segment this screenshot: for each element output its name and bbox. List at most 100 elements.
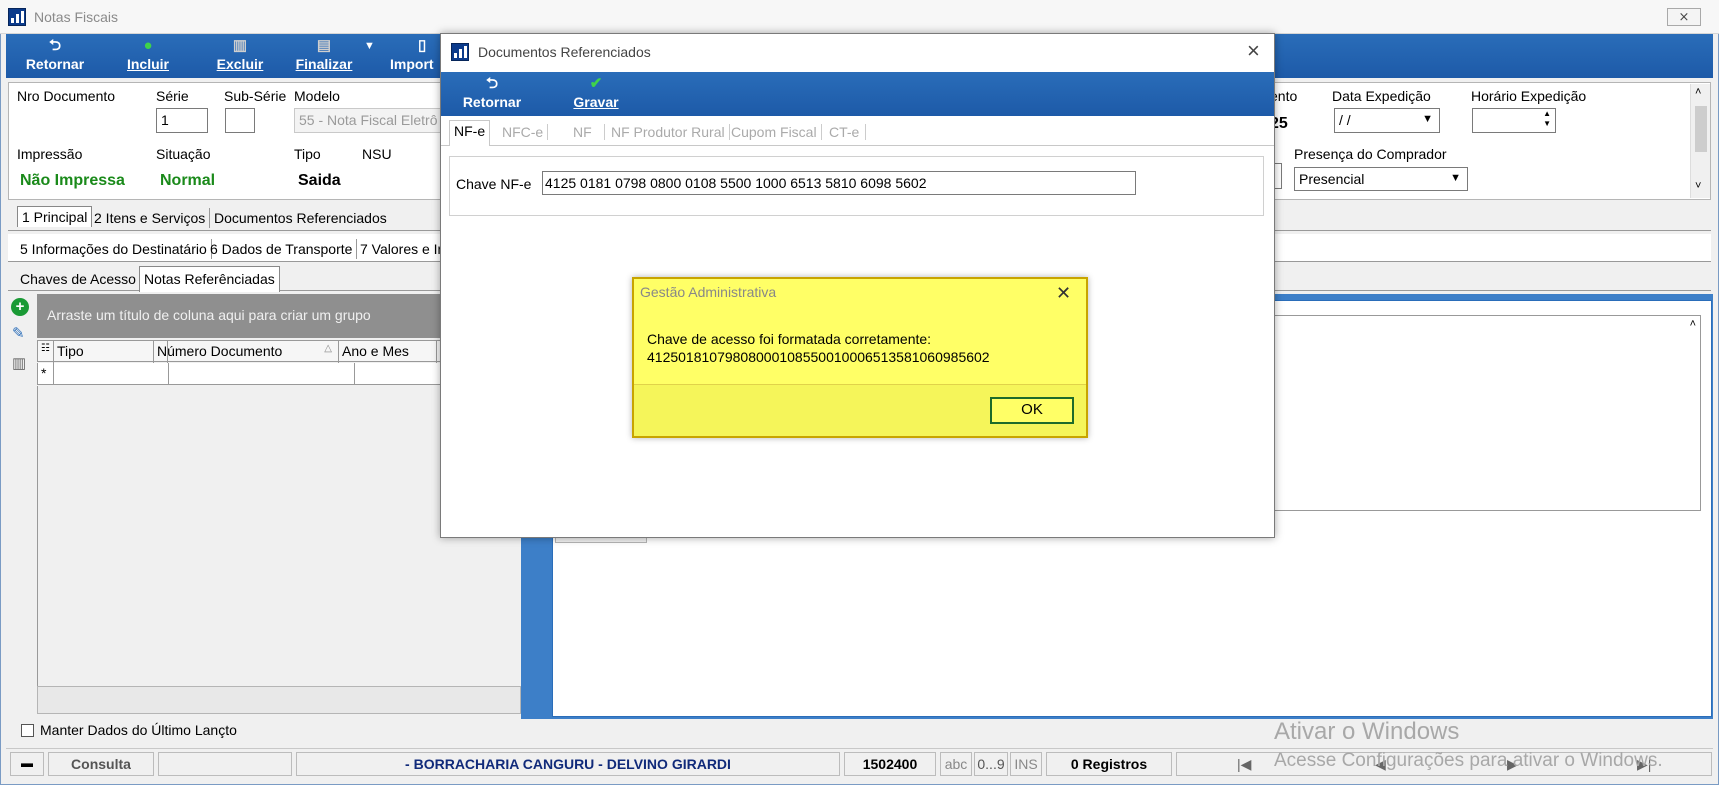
status-mode: Consulta <box>48 752 154 776</box>
dialog-title: Documentos Referenciados <box>478 44 651 60</box>
finalizar-button[interactable]: ▤ Finalizar <box>289 36 359 76</box>
activation-watermark-title: Ativar o Windows <box>1274 718 1460 745</box>
dialog-toolbar: ⮌ Retornar ✔ Gravar <box>441 72 1274 116</box>
retornar-button[interactable]: ⮌ Retornar <box>20 36 90 76</box>
tab-notas-referenciadas[interactable]: Notas Referênciadas <box>139 266 280 292</box>
dialog-retornar-button[interactable]: ⮌ Retornar <box>457 74 527 114</box>
data-expedicao-input[interactable]: / / ▼ <box>1334 108 1440 133</box>
situacao-label: Situação <box>156 146 211 162</box>
keyboard-icon: ▬ <box>10 752 44 776</box>
chevron-up-icon[interactable]: ˄ <box>1690 318 1696 330</box>
col-tipo[interactable]: Tipo <box>54 341 168 363</box>
data-expedicao-value: / / <box>1339 112 1351 128</box>
dialog-title-bar: Documentos Referenciados × <box>441 34 1274 72</box>
add-icon[interactable]: + <box>11 298 29 316</box>
cell-tipo[interactable] <box>54 363 169 385</box>
sort-asc-icon: △ <box>324 343 332 354</box>
chave-label: Chave NF-e <box>456 176 532 192</box>
modelo-select[interactable]: 55 - Nota Fiscal Eletrô <box>294 108 444 133</box>
tab-documentos-referenciados[interactable]: Documentos Referenciados <box>210 208 391 228</box>
nsu-label: NSU <box>362 146 392 162</box>
chevron-down-icon[interactable]: ▼ <box>1422 113 1433 125</box>
chave-field-area: Chave NF-e 4125 0181 0798 0800 0108 5500… <box>449 156 1264 216</box>
tab-destinatario[interactable]: 5 Informações do Destinatário <box>16 239 212 259</box>
status-ins: INS <box>1010 752 1042 776</box>
add-icon: ● <box>143 37 153 54</box>
tab-principal[interactable]: 1 Principal <box>17 206 93 227</box>
status-company: - BORRACHARIA CANGURU - DELVINO GIRARDI <box>296 752 840 776</box>
trash-icon[interactable]: ▥ <box>12 354 26 372</box>
message-text: Chave de acesso foi formatada corretamen… <box>647 330 990 366</box>
close-icon[interactable]: ✕ <box>1056 283 1071 304</box>
dialog-tab-cupom[interactable]: Cupom Fiscal <box>727 124 822 140</box>
manter-dados-label: Manter Dados do Último Lançto <box>40 722 237 738</box>
tab-valores[interactable]: 7 Valores e Im <box>356 239 453 259</box>
presenca-select[interactable]: Presencial ▼ <box>1294 167 1468 191</box>
close-icon[interactable]: × <box>1247 38 1260 64</box>
subserie-label: Sub-Série <box>224 88 287 104</box>
form-scrollbar[interactable]: ˄ ˅ <box>1690 84 1710 198</box>
printer-icon: ▤ <box>316 37 332 54</box>
manter-dados-checkbox[interactable] <box>21 724 34 737</box>
tab-itens-servicos[interactable]: 2 Itens e Serviços <box>90 208 211 228</box>
tab-transporte[interactable]: 6 Dados de Transporte <box>206 239 358 259</box>
trash-icon: ▥ <box>232 37 248 54</box>
impressao-value: Não Impressa <box>20 172 125 189</box>
first-record-icon[interactable]: |◀ <box>1237 756 1251 773</box>
situacao-value: Normal <box>160 172 216 189</box>
horario-expedicao-label: Horário Expedição <box>1471 88 1587 104</box>
spinner-icon[interactable]: ▲ ▼ <box>1543 109 1551 129</box>
app-icon <box>8 8 26 26</box>
activation-watermark-text: Acesse Configurações para ativar o Windo… <box>1274 750 1663 771</box>
col-numero-documento[interactable]: Número Documento △ <box>153 341 339 363</box>
horario-expedicao-input[interactable]: ▲ ▼ <box>1472 108 1556 133</box>
check-icon: ✔ <box>589 75 603 92</box>
grid-footer <box>37 686 521 714</box>
impressao-label: Impressão <box>17 146 83 162</box>
app-icon <box>451 43 469 61</box>
finalizar-dropdown-icon[interactable]: ▼ <box>364 40 375 52</box>
col-ano-mes[interactable]: Ano e Mes <box>339 341 437 363</box>
message-title: Gestão Administrativa <box>640 284 777 300</box>
status-blank <box>158 752 292 776</box>
dialog-tab-cte[interactable]: CT-e <box>823 124 867 140</box>
dialog-tab-nfce[interactable]: NFC-e <box>498 124 549 140</box>
close-button[interactable]: ⨯ <box>1667 8 1701 26</box>
col-numero-documento-label: Número Documento <box>157 343 283 359</box>
chave-input[interactable]: 4125 0181 0798 0800 0108 5500 1000 6513 … <box>542 171 1136 195</box>
tipo-value: Saida <box>298 172 341 189</box>
tab-chaves-acesso[interactable]: Chaves de Acesso <box>16 269 141 289</box>
window-title: Notas Fiscais <box>34 9 119 25</box>
column-chooser-icon[interactable]: ☷ <box>38 341 54 363</box>
scroll-thumb[interactable] <box>1695 106 1707 152</box>
nro-documento-label: Nro Documento <box>17 88 116 104</box>
incluir-button[interactable]: ● Incluir <box>120 36 176 76</box>
cell-ano-mes[interactable] <box>355 363 453 385</box>
excluir-button[interactable]: ▥ Excluir <box>210 36 270 76</box>
tipo-label: Tipo <box>294 146 321 162</box>
data-expedicao-label: Data Expedição <box>1332 88 1431 104</box>
return-icon: ⮌ <box>48 37 61 54</box>
ok-button[interactable]: OK <box>990 397 1074 424</box>
modelo-label: Modelo <box>294 88 340 104</box>
message-line1: Chave de acesso foi formatada corretamen… <box>647 331 932 347</box>
chevron-down-icon[interactable]: ˅ <box>1695 180 1701 192</box>
status-code: 1502400 <box>844 752 936 776</box>
subserie-input[interactable] <box>225 108 255 133</box>
status-num: 0...9 <box>974 752 1008 776</box>
cell-numero[interactable] <box>169 363 355 385</box>
status-abc: abc <box>940 752 972 776</box>
dialog-tab-nf-produtor[interactable]: NF Produtor Rural <box>607 124 730 140</box>
dialog-tab-nf[interactable]: NF <box>561 124 605 140</box>
serie-label: Série <box>156 88 189 104</box>
serie-input[interactable]: 1 <box>156 108 208 133</box>
status-records: 0 Registros <box>1046 752 1172 776</box>
edit-icon[interactable]: ✎ <box>12 324 25 342</box>
return-icon: ⮌ <box>485 75 498 92</box>
chevron-down-icon[interactable]: ▼ <box>1450 172 1461 184</box>
dialog-tab-nfe[interactable]: NF-e <box>449 120 491 146</box>
chevron-up-icon[interactable]: ˄ <box>1695 86 1701 98</box>
new-row-marker: * <box>38 363 54 385</box>
dialog-gravar-button[interactable]: ✔ Gravar <box>569 74 623 114</box>
presenca-label: Presença do Comprador <box>1294 146 1447 162</box>
